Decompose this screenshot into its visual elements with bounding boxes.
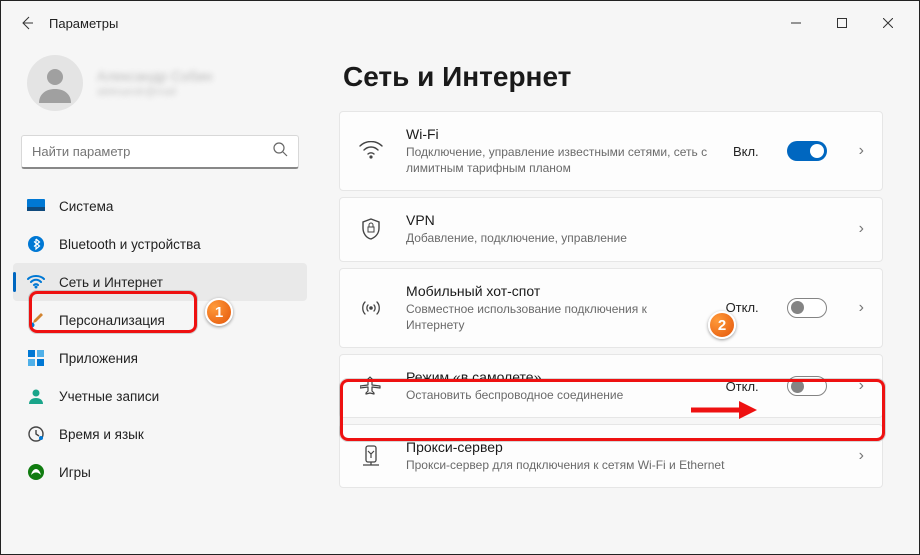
sidebar-item-bluetooth[interactable]: Bluetooth и устройства	[13, 225, 307, 263]
profile-sub: aleksandr@mail	[97, 86, 212, 98]
card-desc: Подключение, управление известными сетям…	[406, 144, 711, 176]
card-title: Мобильный хот-спот	[406, 283, 704, 299]
profile-name: Александр Собин	[97, 68, 212, 84]
chevron-right-icon: ›	[859, 220, 864, 238]
card-desc: Прокси-сервер для подключения к сетям Wi…	[406, 457, 827, 473]
search-box[interactable]	[21, 135, 299, 169]
titlebar: Параметры	[1, 1, 919, 45]
sidebar: Александр Собин aleksandr@mail Система B…	[1, 45, 319, 554]
card-desc: Добавление, подключение, управление	[406, 230, 827, 246]
nav-list: Система Bluetooth и устройства Сеть и Ин…	[7, 187, 313, 554]
annotation-badge-1: 1	[205, 298, 233, 326]
card-vpn[interactable]: VPN Добавление, подключение, управление …	[339, 197, 883, 261]
hotspot-icon	[358, 298, 384, 318]
maximize-button[interactable]	[819, 7, 865, 39]
search-icon	[273, 142, 288, 162]
airplane-toggle[interactable]	[787, 376, 827, 396]
gaming-icon	[27, 463, 45, 481]
card-desc: Совместное использование подключения к И…	[406, 301, 704, 333]
apps-icon	[27, 349, 45, 367]
card-desc: Остановить беспроводное соединение	[406, 387, 704, 403]
card-title: VPN	[406, 212, 827, 228]
chevron-right-icon: ›	[859, 299, 864, 317]
card-title: Прокси-сервер	[406, 439, 827, 455]
sidebar-item-label: Bluetooth и устройства	[59, 237, 201, 252]
close-button[interactable]	[865, 7, 911, 39]
sidebar-item-accounts[interactable]: Учетные записи	[13, 377, 307, 415]
minimize-button[interactable]	[773, 7, 819, 39]
brush-icon	[27, 311, 45, 329]
monitor-icon	[27, 197, 45, 215]
sidebar-item-label: Игры	[59, 465, 91, 480]
sidebar-item-time[interactable]: Время и язык	[13, 415, 307, 453]
card-status: Откл.	[726, 379, 759, 394]
page-title: Сеть и Интернет	[339, 53, 883, 111]
profile-block[interactable]: Александр Собин aleksandr@mail	[7, 45, 313, 125]
sidebar-item-apps[interactable]: Приложения	[13, 339, 307, 377]
wifi-toggle[interactable]	[787, 141, 827, 161]
sidebar-item-gaming[interactable]: Игры	[13, 453, 307, 491]
bluetooth-icon	[27, 235, 45, 253]
card-title: Wi-Fi	[406, 126, 711, 142]
wifi-icon	[358, 141, 384, 161]
sidebar-item-personalization[interactable]: Персонализация	[13, 301, 307, 339]
card-wifi[interactable]: Wi-Fi Подключение, управление известными…	[339, 111, 883, 191]
back-icon	[19, 15, 35, 31]
wifi-icon	[27, 273, 45, 291]
card-proxy[interactable]: Прокси-сервер Прокси-сервер для подключе…	[339, 424, 883, 488]
hotspot-toggle[interactable]	[787, 298, 827, 318]
card-title: Режим «в самолете»	[406, 369, 704, 385]
settings-window: Параметры Александр Собин aleksandr@mail	[0, 0, 920, 555]
sidebar-item-network[interactable]: Сеть и Интернет	[13, 263, 307, 301]
sidebar-item-label: Персонализация	[59, 313, 165, 328]
chevron-right-icon: ›	[859, 142, 864, 160]
annotation-badge-2: 2	[708, 311, 736, 339]
annotation-arrow	[689, 399, 759, 421]
sidebar-item-label: Система	[59, 199, 113, 214]
search-input[interactable]	[32, 144, 273, 159]
main-content: Сеть и Интернет Wi-Fi Подключение, управ…	[319, 45, 919, 554]
back-button[interactable]	[9, 5, 45, 41]
sidebar-item-label: Приложения	[59, 351, 138, 366]
airplane-icon	[358, 375, 384, 397]
sidebar-item-system[interactable]: Система	[13, 187, 307, 225]
card-airplane[interactable]: Режим «в самолете» Остановить беспроводн…	[339, 354, 883, 418]
avatar	[27, 55, 83, 111]
card-hotspot[interactable]: Мобильный хот-спот Совместное использова…	[339, 268, 883, 348]
proxy-icon	[358, 445, 384, 467]
account-icon	[27, 387, 45, 405]
shield-icon	[358, 218, 384, 240]
window-controls	[773, 7, 911, 39]
sidebar-item-label: Сеть и Интернет	[59, 275, 163, 290]
window-title: Параметры	[49, 16, 118, 31]
clock-icon	[27, 425, 45, 443]
card-status: Вкл.	[733, 144, 759, 159]
sidebar-item-label: Время и язык	[59, 427, 144, 442]
chevron-right-icon: ›	[859, 447, 864, 465]
chevron-right-icon: ›	[859, 377, 864, 395]
sidebar-item-label: Учетные записи	[59, 389, 159, 404]
